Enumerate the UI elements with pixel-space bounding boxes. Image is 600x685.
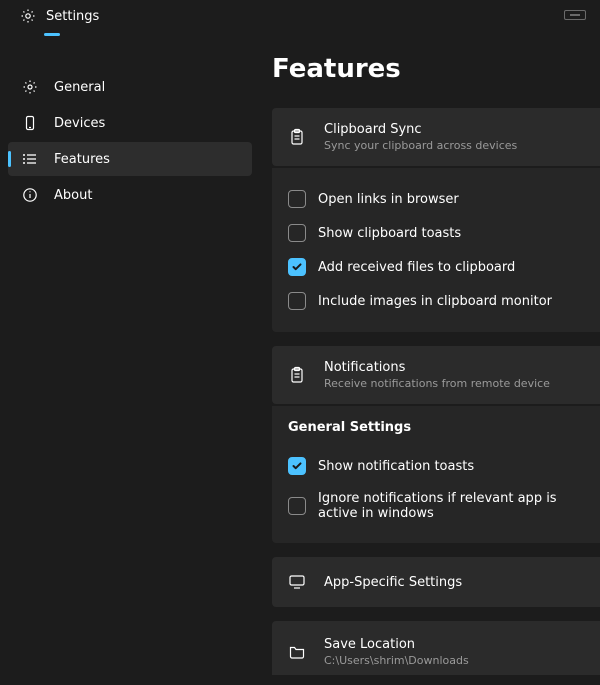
page-title: Features — [272, 54, 600, 84]
checkbox-ignore-active[interactable]: Ignore notifications if relevant app is … — [288, 483, 584, 529]
checkbox-add-files[interactable]: Add received files to clipboard — [288, 250, 584, 284]
sidebar-item-label: Devices — [54, 116, 105, 131]
section-title: Clipboard Sync — [324, 122, 517, 137]
checkbox-icon — [288, 258, 306, 276]
checkbox-icon — [288, 224, 306, 242]
folder-icon — [288, 643, 306, 661]
monitor-icon — [288, 573, 306, 591]
section-subtitle: Sync your clipboard across devices — [324, 139, 517, 152]
clipboard-icon — [288, 128, 306, 146]
phone-icon — [22, 115, 38, 131]
checkbox-notif-toasts[interactable]: Show notification toasts — [288, 449, 584, 483]
gear-icon — [22, 79, 38, 95]
checkbox-label: Include images in clipboard monitor — [318, 294, 552, 309]
app-header: Settings — [0, 0, 600, 30]
sidebar-item-features[interactable]: Features — [8, 142, 252, 176]
checkbox-label: Ignore notifications if relevant app is … — [318, 491, 584, 521]
card-subtitle: C:\Users\shrim\Downloads — [324, 654, 469, 667]
gear-icon — [20, 8, 36, 24]
sidebar-item-general[interactable]: General — [8, 70, 252, 104]
main-content: Features Clipboard Sync Sync your clipbo… — [260, 30, 600, 675]
general-settings-title: General Settings — [288, 420, 584, 435]
info-icon — [22, 187, 38, 203]
sidebar-item-about[interactable]: About — [8, 178, 252, 212]
section-subtitle: Receive notifications from remote device — [324, 377, 550, 390]
sidebar-item-label: About — [54, 188, 92, 203]
checkbox-label: Open links in browser — [318, 192, 459, 207]
checkbox-open-links[interactable]: Open links in browser — [288, 182, 584, 216]
card-title: Save Location — [324, 637, 469, 652]
checkbox-show-toasts[interactable]: Show clipboard toasts — [288, 216, 584, 250]
list-icon — [22, 151, 38, 167]
header-title: Settings — [46, 9, 99, 24]
checkbox-icon — [288, 497, 306, 515]
section-clipboard-body: Open links in browser Show clipboard toa… — [272, 168, 600, 332]
clipboard-icon — [288, 366, 306, 384]
sidebar: General Devices — [0, 30, 260, 675]
checkbox-icon — [288, 190, 306, 208]
sidebar-item-label: General — [54, 80, 105, 95]
card-app-specific[interactable]: App-Specific Settings — [272, 557, 600, 607]
checkbox-label: Show notification toasts — [318, 459, 474, 474]
checkbox-label: Show clipboard toasts — [318, 226, 461, 241]
header-accent — [44, 33, 60, 36]
card-save-location[interactable]: Save Location C:\Users\shrim\Downloads — [272, 621, 600, 675]
checkbox-icon — [288, 457, 306, 475]
section-title: Notifications — [324, 360, 550, 375]
section-notifications-header[interactable]: Notifications Receive notifications from… — [272, 346, 600, 404]
checkbox-icon — [288, 292, 306, 310]
sidebar-item-label: Features — [54, 152, 110, 167]
card-title: App-Specific Settings — [324, 575, 462, 590]
checkbox-include-images[interactable]: Include images in clipboard monitor — [288, 284, 584, 318]
section-notifications-body: General Settings Show notification toast… — [272, 406, 600, 543]
window-control-icon[interactable] — [564, 10, 586, 20]
sidebar-item-devices[interactable]: Devices — [8, 106, 252, 140]
section-clipboard-header[interactable]: Clipboard Sync Sync your clipboard acros… — [272, 108, 600, 166]
checkbox-label: Add received files to clipboard — [318, 260, 515, 275]
